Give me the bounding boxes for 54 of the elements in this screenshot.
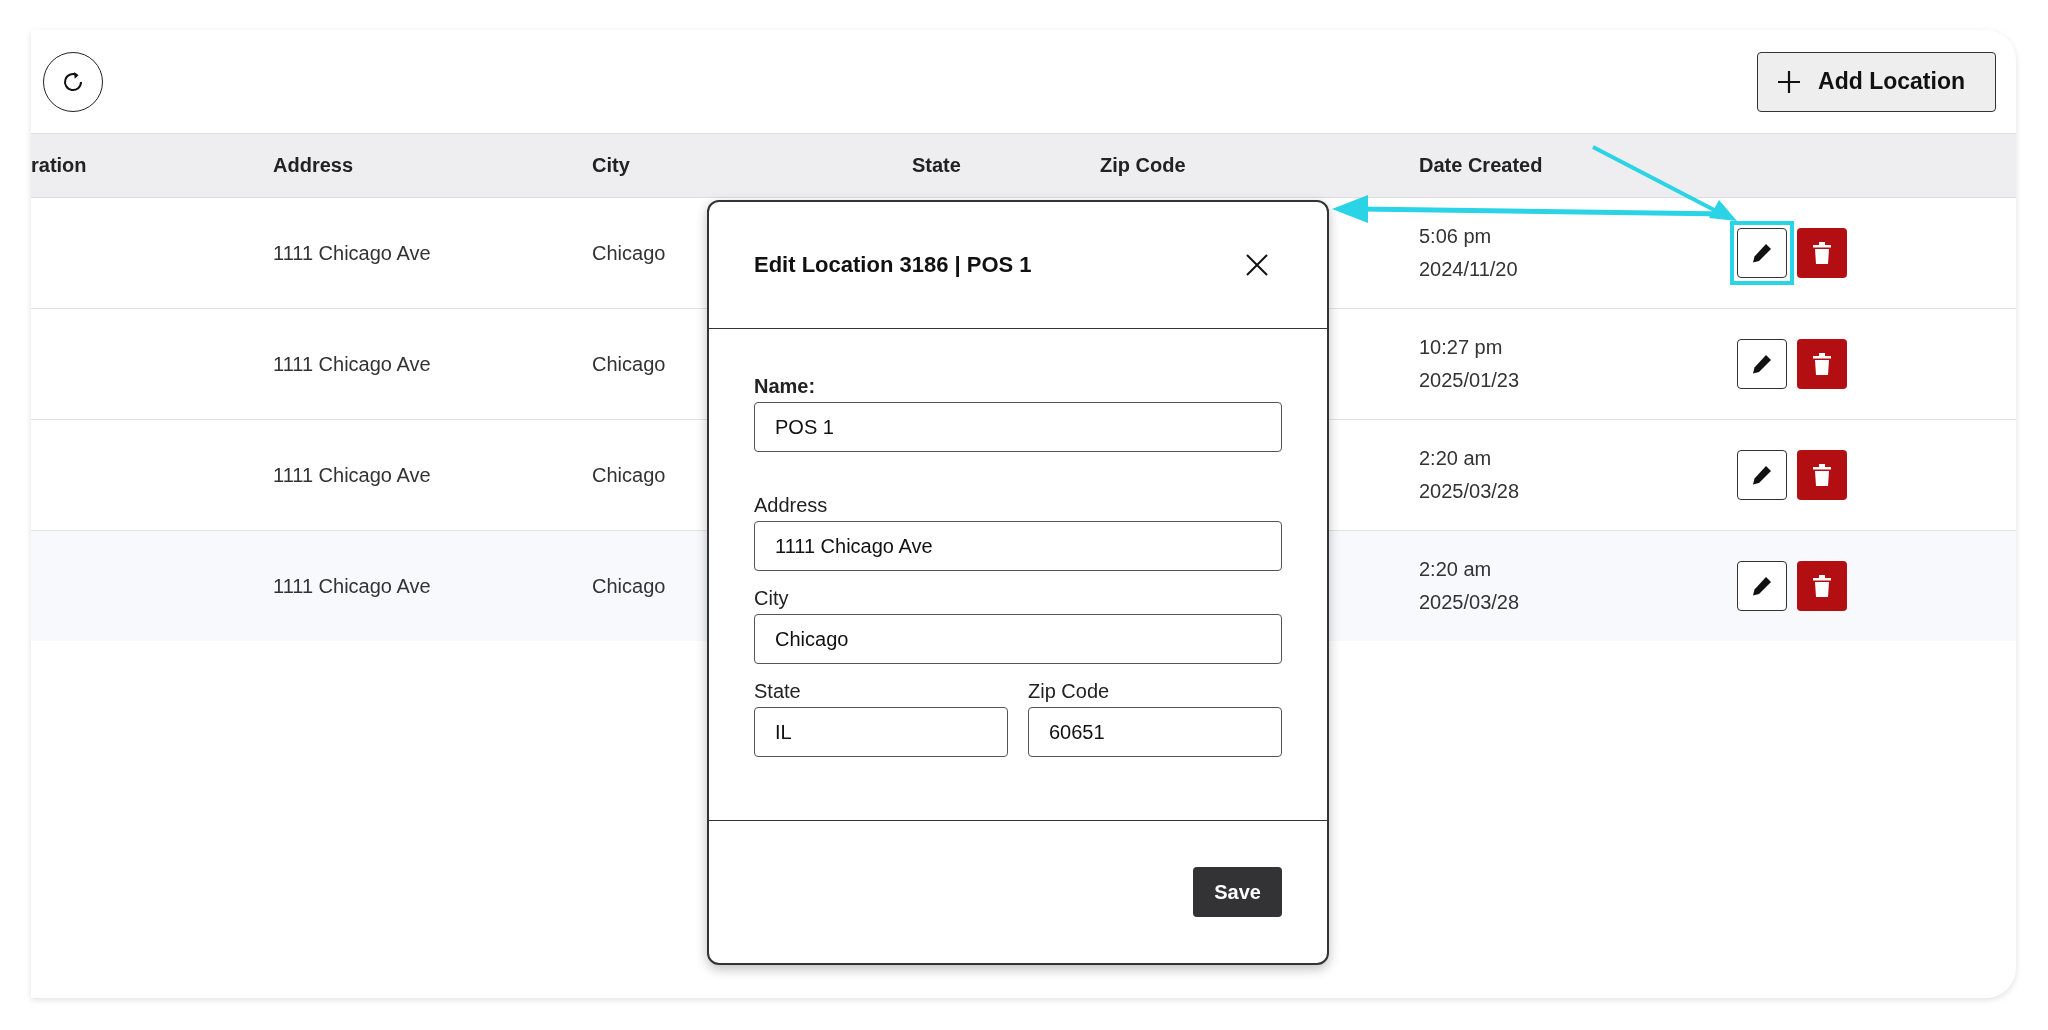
pencil-icon <box>1750 352 1774 376</box>
table-cell: Chicago <box>592 463 666 487</box>
time-text: 10:27 pm <box>1419 336 1504 359</box>
table-cell: 1111 Chicago Ave <box>273 241 431 265</box>
table-cell: Chicago <box>592 352 666 376</box>
add-location-button[interactable]: Add Location <box>1757 51 1996 112</box>
table-cell: 1111 Chicago Ave <box>273 574 431 598</box>
column-header: ration <box>31 154 87 177</box>
date-text: 2024/11/20 <box>1419 258 1519 281</box>
input-field[interactable]: POS 1 <box>754 402 1282 452</box>
pencil-icon <box>1750 574 1774 598</box>
delete-button[interactable] <box>1797 561 1847 611</box>
time-text: 2:20 am <box>1419 447 1493 470</box>
date-text: 2025/03/28 <box>1419 591 1521 614</box>
pencil-icon <box>1750 241 1774 265</box>
input-field[interactable]: 1111 Chicago Ave <box>754 521 1282 571</box>
dialog-title: Edit Location 3186 | POS 1 <box>754 252 1032 278</box>
date-text: 2025/01/23 <box>1419 369 1521 392</box>
field-label: State <box>754 680 801 703</box>
field-label: Name: <box>754 375 816 398</box>
input-field[interactable]: 60651 <box>1028 707 1282 757</box>
time-text: 5:06 pm <box>1419 225 1493 248</box>
table-cell: 1111 Chicago Ave <box>273 463 431 487</box>
edit-button[interactable] <box>1737 339 1787 389</box>
table-cell: Chicago <box>592 574 666 598</box>
time-text: 2:20 am <box>1419 558 1493 581</box>
close-button[interactable] <box>1245 253 1269 277</box>
trash-icon <box>1812 241 1832 265</box>
trash-icon <box>1812 463 1832 487</box>
trash-icon <box>1812 574 1832 598</box>
input-field[interactable]: Chicago <box>754 614 1282 664</box>
edit-button[interactable] <box>1737 561 1787 611</box>
edit-button[interactable] <box>1737 450 1787 500</box>
field-label: Address <box>754 494 828 517</box>
column-header: Address <box>273 154 354 177</box>
delete-button[interactable] <box>1797 339 1847 389</box>
input-field[interactable]: IL <box>754 707 1008 757</box>
table-cell: 1111 Chicago Ave <box>273 352 431 376</box>
column-header: City <box>592 154 630 177</box>
column-header: Zip Code <box>1100 154 1186 177</box>
edit-button[interactable] <box>1737 228 1787 278</box>
field-label: City <box>754 587 789 610</box>
plus-icon <box>1776 68 1803 95</box>
trash-icon <box>1812 352 1832 376</box>
delete-button[interactable] <box>1797 450 1847 500</box>
column-header: State <box>912 154 961 177</box>
save-button[interactable]: Save <box>1193 867 1282 917</box>
pencil-icon <box>1750 463 1774 487</box>
field-label: Zip Code <box>1028 680 1110 703</box>
table-cell: Chicago <box>592 241 666 265</box>
date-text: 2025/03/28 <box>1419 480 1521 503</box>
column-header: Date Created <box>1419 154 1543 177</box>
delete-button[interactable] <box>1797 228 1847 278</box>
close-icon <box>1245 253 1269 277</box>
